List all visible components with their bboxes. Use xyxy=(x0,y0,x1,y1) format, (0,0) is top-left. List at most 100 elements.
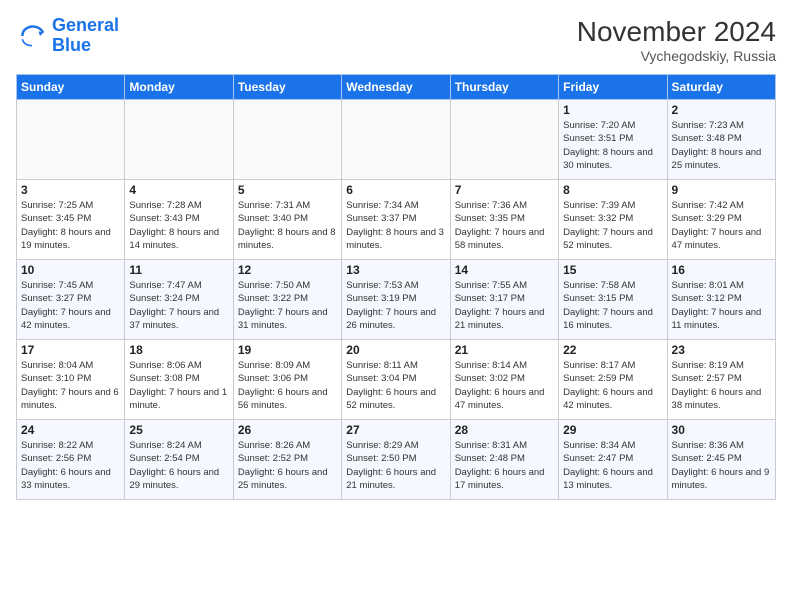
day-number-1-2: 5 xyxy=(238,183,337,197)
location-subtitle: Vychegodskiy, Russia xyxy=(577,48,776,64)
cell-4-3: 27 Sunrise: 8:29 AM Sunset: 2:50 PM Dayli… xyxy=(342,420,450,500)
day-info-3-1: Sunrise: 8:06 AM Sunset: 3:08 PM Dayligh… xyxy=(129,359,228,412)
day-info-1-6: Sunrise: 7:42 AM Sunset: 3:29 PM Dayligh… xyxy=(672,199,771,252)
day-info-1-5: Sunrise: 7:39 AM Sunset: 3:32 PM Dayligh… xyxy=(563,199,662,252)
cell-2-0: 10 Sunrise: 7:45 AM Sunset: 3:27 PM Dayli… xyxy=(17,260,125,340)
day-info-2-0: Sunrise: 7:45 AM Sunset: 3:27 PM Dayligh… xyxy=(21,279,120,332)
calendar: Sunday Monday Tuesday Wednesday Thursday… xyxy=(16,74,776,500)
cell-0-0 xyxy=(17,100,125,180)
day-info-1-2: Sunrise: 7:31 AM Sunset: 3:40 PM Dayligh… xyxy=(238,199,337,252)
cell-1-6: 9 Sunrise: 7:42 AM Sunset: 3:29 PM Daylig… xyxy=(667,180,775,260)
day-number-0-5: 1 xyxy=(563,103,662,117)
col-saturday: Saturday xyxy=(667,75,775,100)
day-number-4-5: 29 xyxy=(563,423,662,437)
day-info-1-4: Sunrise: 7:36 AM Sunset: 3:35 PM Dayligh… xyxy=(455,199,554,252)
day-info-2-1: Sunrise: 7:47 AM Sunset: 3:24 PM Dayligh… xyxy=(129,279,228,332)
day-info-0-5: Sunrise: 7:20 AM Sunset: 3:51 PM Dayligh… xyxy=(563,119,662,172)
logo-text: General Blue xyxy=(52,16,119,56)
page: General Blue November 2024 Vychegodskiy,… xyxy=(0,0,792,612)
cell-1-5: 8 Sunrise: 7:39 AM Sunset: 3:32 PM Daylig… xyxy=(559,180,667,260)
cell-1-1: 4Sunrise: 7:28 AM Sunset: 3:43 PM Daylig… xyxy=(125,180,233,260)
week-row-0: 1 Sunrise: 7:20 AM Sunset: 3:51 PM Daylig… xyxy=(17,100,776,180)
calendar-header-row: Sunday Monday Tuesday Wednesday Thursday… xyxy=(17,75,776,100)
cell-2-4: 14 Sunrise: 7:55 AM Sunset: 3:17 PM Dayli… xyxy=(450,260,558,340)
day-number-4-3: 27 xyxy=(346,423,445,437)
week-row-4: 24Sunrise: 8:22 AM Sunset: 2:56 PM Dayli… xyxy=(17,420,776,500)
month-title: November 2024 xyxy=(577,16,776,48)
day-number-3-1: 18 xyxy=(129,343,228,357)
day-number-4-0: 24 xyxy=(21,423,120,437)
day-info-2-6: Sunrise: 8:01 AM Sunset: 3:12 PM Dayligh… xyxy=(672,279,771,332)
day-info-4-4: Sunrise: 8:31 AM Sunset: 2:48 PM Dayligh… xyxy=(455,439,554,492)
cell-2-6: 16 Sunrise: 8:01 AM Sunset: 3:12 PM Dayli… xyxy=(667,260,775,340)
cell-3-4: 21Sunrise: 8:14 AM Sunset: 3:02 PM Dayli… xyxy=(450,340,558,420)
day-number-2-1: 11 xyxy=(129,263,228,277)
cell-0-1 xyxy=(125,100,233,180)
cell-3-6: 23 Sunrise: 8:19 AM Sunset: 2:57 PM Dayli… xyxy=(667,340,775,420)
cell-4-5: 29 Sunrise: 8:34 AM Sunset: 2:47 PM Dayli… xyxy=(559,420,667,500)
day-number-3-6: 23 xyxy=(672,343,771,357)
cell-0-6: 2Sunrise: 7:23 AM Sunset: 3:48 PM Daylig… xyxy=(667,100,775,180)
day-info-3-2: Sunrise: 8:09 AM Sunset: 3:06 PM Dayligh… xyxy=(238,359,337,412)
day-info-0-6: Sunrise: 7:23 AM Sunset: 3:48 PM Dayligh… xyxy=(672,119,771,172)
day-number-3-5: 22 xyxy=(563,343,662,357)
cell-2-2: 12Sunrise: 7:50 AM Sunset: 3:22 PM Dayli… xyxy=(233,260,341,340)
day-info-4-2: Sunrise: 8:26 AM Sunset: 2:52 PM Dayligh… xyxy=(238,439,337,492)
day-number-1-3: 6 xyxy=(346,183,445,197)
day-info-2-4: Sunrise: 7:55 AM Sunset: 3:17 PM Dayligh… xyxy=(455,279,554,332)
day-number-4-1: 25 xyxy=(129,423,228,437)
day-info-4-6: Sunrise: 8:36 AM Sunset: 2:45 PM Dayligh… xyxy=(672,439,771,492)
day-number-2-3: 13 xyxy=(346,263,445,277)
cell-1-2: 5 Sunrise: 7:31 AM Sunset: 3:40 PM Daylig… xyxy=(233,180,341,260)
cell-0-4 xyxy=(450,100,558,180)
day-number-2-0: 10 xyxy=(21,263,120,277)
day-info-2-5: Sunrise: 7:58 AM Sunset: 3:15 PM Dayligh… xyxy=(563,279,662,332)
cell-0-5: 1 Sunrise: 7:20 AM Sunset: 3:51 PM Daylig… xyxy=(559,100,667,180)
cell-4-1: 25 Sunrise: 8:24 AM Sunset: 2:54 PM Dayli… xyxy=(125,420,233,500)
day-number-3-0: 17 xyxy=(21,343,120,357)
day-info-4-3: Sunrise: 8:29 AM Sunset: 2:50 PM Dayligh… xyxy=(346,439,445,492)
day-info-1-0: Sunrise: 7:25 AM Sunset: 3:45 PM Dayligh… xyxy=(21,199,120,252)
day-info-3-3: Sunrise: 8:11 AM Sunset: 3:04 PM Dayligh… xyxy=(346,359,445,412)
cell-4-2: 26 Sunrise: 8:26 AM Sunset: 2:52 PM Dayli… xyxy=(233,420,341,500)
cell-0-3 xyxy=(342,100,450,180)
day-number-2-6: 16 xyxy=(672,263,771,277)
cell-4-0: 24Sunrise: 8:22 AM Sunset: 2:56 PM Dayli… xyxy=(17,420,125,500)
cell-0-2 xyxy=(233,100,341,180)
day-number-3-2: 19 xyxy=(238,343,337,357)
col-friday: Friday xyxy=(559,75,667,100)
title-block: November 2024 Vychegodskiy, Russia xyxy=(577,16,776,64)
logo-icon xyxy=(16,20,48,52)
cell-2-1: 11 Sunrise: 7:47 AM Sunset: 3:24 PM Dayli… xyxy=(125,260,233,340)
day-info-4-1: Sunrise: 8:24 AM Sunset: 2:54 PM Dayligh… xyxy=(129,439,228,492)
day-info-4-5: Sunrise: 8:34 AM Sunset: 2:47 PM Dayligh… xyxy=(563,439,662,492)
cell-3-0: 17 Sunrise: 8:04 AM Sunset: 3:10 PM Dayli… xyxy=(17,340,125,420)
cell-3-3: 20Sunrise: 8:11 AM Sunset: 3:04 PM Dayli… xyxy=(342,340,450,420)
day-info-3-6: Sunrise: 8:19 AM Sunset: 2:57 PM Dayligh… xyxy=(672,359,771,412)
day-number-1-4: 7 xyxy=(455,183,554,197)
col-monday: Monday xyxy=(125,75,233,100)
cell-2-3: 13 Sunrise: 7:53 AM Sunset: 3:19 PM Dayli… xyxy=(342,260,450,340)
day-number-1-5: 8 xyxy=(563,183,662,197)
day-number-4-4: 28 xyxy=(455,423,554,437)
cell-4-6: 30Sunrise: 8:36 AM Sunset: 2:45 PM Dayli… xyxy=(667,420,775,500)
col-thursday: Thursday xyxy=(450,75,558,100)
week-row-3: 17 Sunrise: 8:04 AM Sunset: 3:10 PM Dayli… xyxy=(17,340,776,420)
cell-4-4: 28 Sunrise: 8:31 AM Sunset: 2:48 PM Dayli… xyxy=(450,420,558,500)
cell-3-1: 18 Sunrise: 8:06 AM Sunset: 3:08 PM Dayli… xyxy=(125,340,233,420)
logo-general: General xyxy=(52,15,119,35)
day-number-2-4: 14 xyxy=(455,263,554,277)
header: General Blue November 2024 Vychegodskiy,… xyxy=(16,16,776,64)
col-sunday: Sunday xyxy=(17,75,125,100)
logo: General Blue xyxy=(16,16,119,56)
day-info-3-0: Sunrise: 8:04 AM Sunset: 3:10 PM Dayligh… xyxy=(21,359,120,412)
week-row-1: 3Sunrise: 7:25 AM Sunset: 3:45 PM Daylig… xyxy=(17,180,776,260)
col-tuesday: Tuesday xyxy=(233,75,341,100)
day-number-1-6: 9 xyxy=(672,183,771,197)
day-number-4-2: 26 xyxy=(238,423,337,437)
cell-1-4: 7 Sunrise: 7:36 AM Sunset: 3:35 PM Daylig… xyxy=(450,180,558,260)
logo-blue: Blue xyxy=(52,36,119,56)
cell-2-5: 15Sunrise: 7:58 AM Sunset: 3:15 PM Dayli… xyxy=(559,260,667,340)
day-number-3-4: 21 xyxy=(455,343,554,357)
day-info-2-3: Sunrise: 7:53 AM Sunset: 3:19 PM Dayligh… xyxy=(346,279,445,332)
